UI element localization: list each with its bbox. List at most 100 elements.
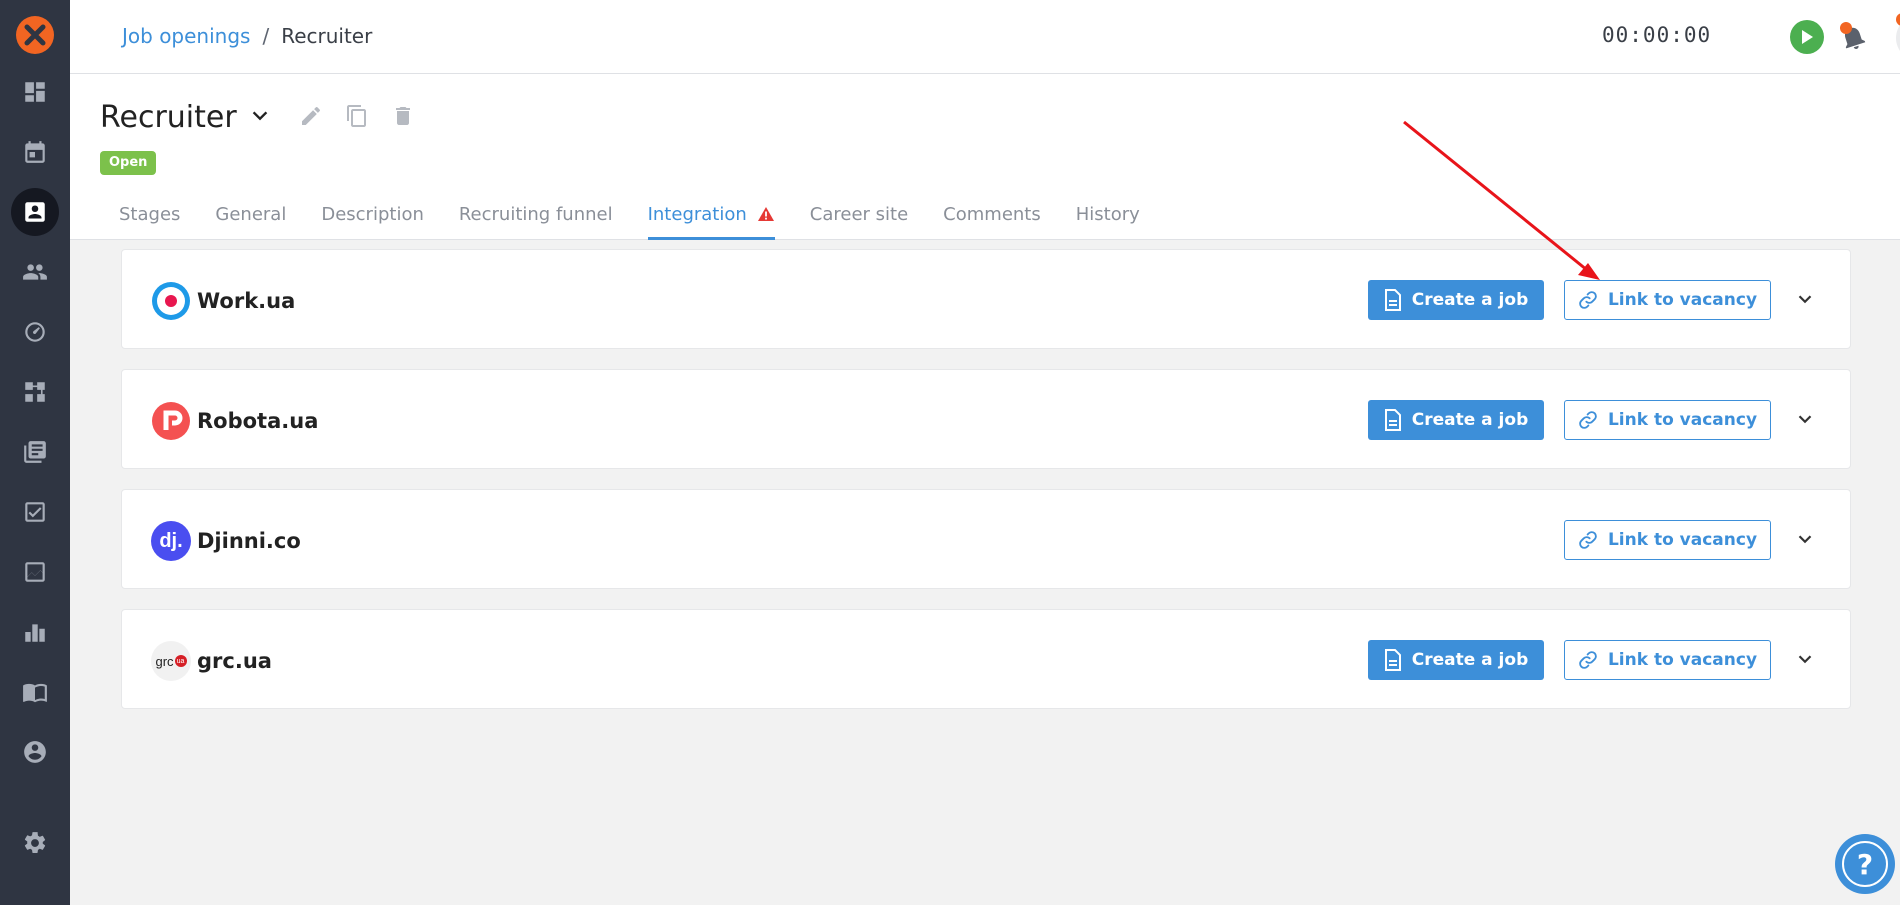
top-bar: Job openings / Recruiter 00:00:00 bbox=[70, 0, 1900, 74]
pencil-icon bbox=[301, 106, 320, 125]
expand-toggle[interactable] bbox=[1794, 288, 1816, 314]
breadcrumb-current: Recruiter bbox=[281, 24, 373, 48]
link-to-vacancy-label: Link to vacancy bbox=[1607, 530, 1758, 550]
link-to-vacancy-button[interactable]: Link to vacancy bbox=[1564, 280, 1771, 320]
sidebar-item-job-openings[interactable] bbox=[11, 188, 59, 236]
grc-logo: grc ua bbox=[151, 641, 191, 681]
checkbox-icon bbox=[25, 502, 45, 522]
link-icon bbox=[1579, 291, 1597, 309]
integration-name: Work.ua bbox=[197, 289, 296, 313]
tab-label: Description bbox=[321, 204, 424, 225]
integration-brand: dj. Djinni.co bbox=[151, 521, 301, 561]
link-to-vacancy-label: Link to vacancy bbox=[1607, 650, 1758, 670]
tab-general[interactable]: General bbox=[215, 192, 286, 240]
tab-stages[interactable]: Stages bbox=[119, 192, 180, 240]
tab-career-site[interactable]: Career site bbox=[810, 192, 908, 240]
expand-toggle[interactable] bbox=[1794, 648, 1816, 674]
sidebar-item-candidates[interactable] bbox=[11, 248, 59, 296]
dashboard-icon bbox=[25, 82, 45, 102]
work-ua-target-icon bbox=[152, 282, 190, 320]
djinni-logo: dj. bbox=[151, 521, 191, 561]
grc-logo-text: grc bbox=[155, 653, 174, 669]
job-tabs: Stages General Description Recruiting fu… bbox=[119, 192, 1175, 240]
notifications-button[interactable] bbox=[1838, 22, 1868, 52]
link-to-vacancy-label: Link to vacancy bbox=[1607, 410, 1758, 430]
chevron-down-icon bbox=[1798, 415, 1812, 424]
chevron-down-icon bbox=[1798, 295, 1812, 304]
sidebar-item-settings[interactable] bbox=[11, 819, 59, 867]
create-job-button[interactable]: Create a job bbox=[1368, 280, 1544, 320]
duplicate-button[interactable] bbox=[345, 104, 369, 132]
sidebar-item-workflow[interactable] bbox=[11, 368, 59, 416]
tab-description[interactable]: Description bbox=[321, 192, 424, 240]
sidebar-item-profile[interactable] bbox=[11, 728, 59, 776]
integration-card-work-ua: Work.ua Create a job Link to vacancy bbox=[121, 249, 1851, 349]
integration-brand: Robota.ua bbox=[151, 401, 318, 441]
integration-card-robota-ua: Robota.ua Create a job Link to vacancy bbox=[121, 369, 1851, 469]
sidebar-item-org[interactable] bbox=[11, 608, 59, 656]
create-job-label: Create a job bbox=[1411, 410, 1529, 430]
calendar-icon bbox=[25, 141, 45, 163]
tab-history[interactable]: History bbox=[1076, 192, 1140, 240]
breadcrumb-separator: / bbox=[262, 24, 270, 48]
integration-brand: Work.ua bbox=[151, 281, 295, 321]
integration-brand: grc ua grc.ua bbox=[151, 641, 272, 681]
user-circle-icon bbox=[24, 741, 46, 763]
copy-icon bbox=[346, 104, 366, 127]
tab-label: Comments bbox=[943, 204, 1041, 225]
gear-icon bbox=[24, 832, 46, 853]
sidebar-item-dashboard[interactable] bbox=[11, 68, 59, 116]
document-icon bbox=[1384, 289, 1401, 311]
tab-recruiting-funnel[interactable]: Recruiting funnel bbox=[459, 192, 613, 240]
sidebar-item-reports[interactable] bbox=[11, 548, 59, 596]
help-question-icon: ? bbox=[1842, 841, 1888, 887]
app-logo[interactable] bbox=[16, 16, 54, 54]
robota-ua-logo bbox=[151, 401, 191, 441]
app-root: Job openings / Recruiter 00:00:00 Recruite… bbox=[0, 0, 1900, 905]
title-dropdown-toggle[interactable] bbox=[249, 105, 271, 131]
edit-button[interactable] bbox=[299, 104, 323, 132]
organization-icon bbox=[25, 624, 45, 642]
tab-integration[interactable]: Integration bbox=[647, 192, 775, 240]
library-icon bbox=[24, 441, 46, 463]
tab-label: Career site bbox=[809, 204, 909, 225]
sidebar-item-tasks[interactable] bbox=[11, 488, 59, 536]
integration-card-grc-ua: grc ua grc.ua Create a job Link to vacanc… bbox=[121, 609, 1851, 709]
integration-name: Robota.ua bbox=[197, 409, 319, 433]
djinni-logo-text: dj. bbox=[159, 529, 183, 552]
sidebar-item-speed[interactable] bbox=[11, 308, 59, 356]
link-to-vacancy-button[interactable]: Link to vacancy bbox=[1564, 520, 1771, 560]
link-to-vacancy-label: Link to vacancy bbox=[1607, 290, 1758, 310]
document-icon bbox=[1384, 409, 1401, 431]
timer-start-button[interactable] bbox=[1790, 20, 1824, 54]
sidebar-item-library[interactable] bbox=[11, 428, 59, 476]
user-avatar[interactable] bbox=[1896, 13, 1900, 61]
delete-button[interactable] bbox=[391, 104, 415, 132]
breadcrumb-job-openings[interactable]: Job openings bbox=[122, 24, 250, 48]
create-job-button[interactable]: Create a job bbox=[1368, 400, 1544, 440]
breadcrumb: Job openings / Recruiter bbox=[122, 24, 372, 48]
workflow-icon bbox=[25, 382, 45, 402]
chevron-down-icon bbox=[1798, 535, 1812, 544]
sidebar-item-knowledge[interactable] bbox=[11, 668, 59, 716]
time-tracker-display: 00:00:00 bbox=[1602, 23, 1712, 47]
expand-toggle[interactable] bbox=[1794, 528, 1816, 554]
link-to-vacancy-button[interactable]: Link to vacancy bbox=[1564, 640, 1771, 680]
notification-dot bbox=[1840, 22, 1852, 34]
chevron-down-icon bbox=[252, 110, 267, 120]
tab-comments[interactable]: Comments bbox=[943, 192, 1041, 240]
page-title: Recruiter bbox=[100, 100, 237, 135]
people-icon bbox=[23, 264, 47, 280]
title-row: Recruiter bbox=[100, 100, 415, 135]
job-header: Recruiter Open Stages General Descriptio… bbox=[70, 74, 1900, 240]
contact-card-icon bbox=[25, 202, 45, 222]
link-to-vacancy-button[interactable]: Link to vacancy bbox=[1564, 400, 1771, 440]
sidebar-item-calendar[interactable] bbox=[11, 128, 59, 176]
expand-toggle[interactable] bbox=[1794, 408, 1816, 434]
create-job-button[interactable]: Create a job bbox=[1368, 640, 1544, 680]
work-ua-logo bbox=[151, 281, 191, 321]
sidebar bbox=[0, 0, 70, 905]
sidebar-nav bbox=[11, 68, 59, 788]
grc-logo-badge: ua bbox=[174, 655, 187, 667]
help-button[interactable]: ? bbox=[1835, 834, 1895, 894]
